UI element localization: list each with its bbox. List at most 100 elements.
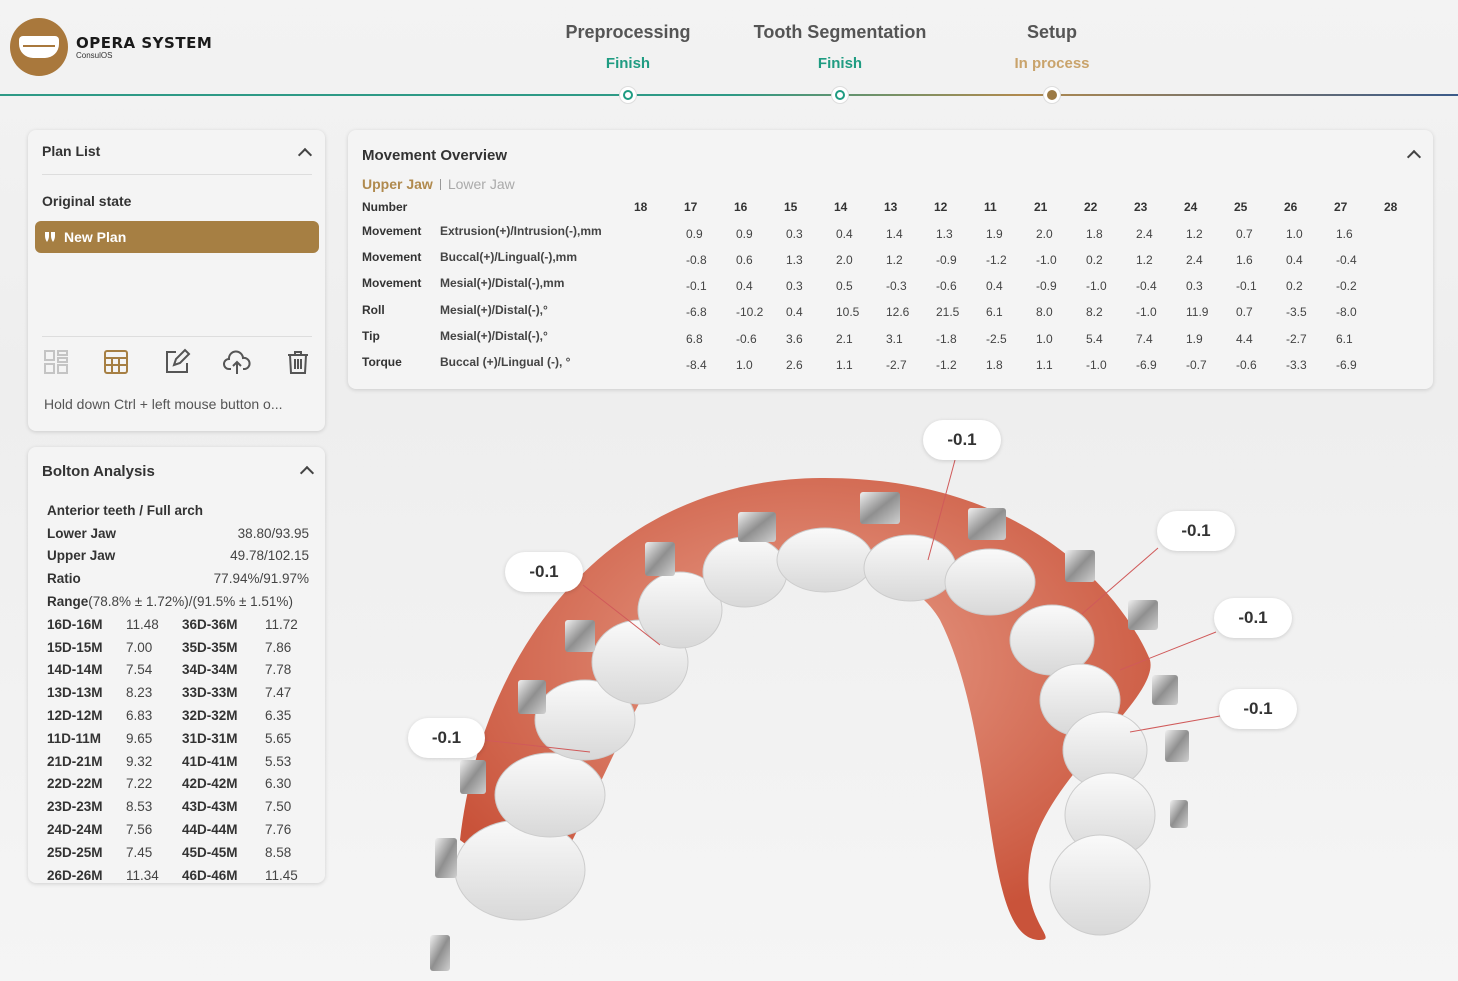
table-cell: 6.8 [686, 332, 703, 346]
tooth-pair-value: 5.53 [265, 753, 292, 769]
bolton-pair-row: 22D-22M 7.22 42D-42M 6.30 [47, 773, 309, 796]
3d-viewport[interactable]: -0.1 -0.1 -0.1 -0.1 -0.1 -0.1 [340, 400, 1458, 981]
tooth-number-header: 24 [1184, 200, 1198, 214]
step-status: In process [1014, 55, 1090, 72]
tooth-number-header: 28 [1384, 200, 1398, 214]
divider [42, 336, 312, 337]
bolton-value: 49.78/102.15 [230, 548, 309, 564]
tooth-pair-value: 7.22 [126, 776, 153, 792]
chevron-up-icon[interactable] [299, 465, 315, 481]
table-cell: -0.8 [686, 253, 707, 267]
plan-item-new-plan[interactable]: New Plan [35, 221, 319, 253]
table-cell: 0.3 [1186, 279, 1203, 293]
table-cell: 6.1 [986, 305, 1003, 319]
table-cell: 0.4 [786, 305, 803, 319]
bolton-pairs: 16D-16M 11.48 36D-36M 11.72 15D-15M 7.00 35D-3… [47, 613, 309, 887]
tooth-pair-value: 7.56 [126, 822, 153, 838]
tooth-pair-label: 42D-42M [182, 776, 238, 792]
table-cell: -6.9 [1136, 358, 1157, 372]
table-icon[interactable] [102, 348, 130, 376]
tab-upper-jaw[interactable]: Upper Jaw [362, 176, 433, 192]
bolton-row: Upper Jaw 49.78/102.15 [47, 545, 309, 568]
tab-lower-jaw[interactable]: Lower Jaw [448, 176, 515, 192]
tooth-pair-label: 21D-21M [47, 753, 103, 769]
bolton-pair-row: 24D-24M 7.56 44D-44M 7.76 [47, 818, 309, 841]
bolton-label: Upper Jaw [47, 548, 116, 564]
movement-callout[interactable]: -0.1 [923, 420, 1001, 460]
bolton-analysis-panel: Bolton Analysis Anterior teeth / Full ar… [28, 447, 325, 883]
tooth-pair-label: 26D-26M [47, 867, 103, 883]
movement-description: Extrusion(+)/Intrusion(-),mm [440, 224, 602, 238]
step-status: Finish [817, 55, 863, 72]
edit-icon[interactable] [163, 348, 191, 376]
table-cell: -0.1 [1236, 279, 1257, 293]
tooth-number-header: 14 [834, 200, 848, 214]
tooth-pair-value: 7.47 [265, 685, 292, 701]
top-bar: OPERA SYSTEM ConsulOS Preprocessing Fini… [0, 0, 1458, 103]
tooth-pair-value: 11.45 [265, 867, 298, 883]
chevron-up-icon[interactable] [297, 147, 313, 163]
table-cell: -3.5 [1286, 305, 1307, 319]
tooth-pair-value: 9.65 [126, 730, 153, 746]
tooth-pair-value: 8.53 [126, 799, 153, 815]
layout-icon[interactable] [42, 348, 70, 376]
movement-callout[interactable]: -0.1 [408, 718, 485, 758]
movement-callout[interactable]: -0.1 [1219, 689, 1297, 729]
table-cell: 1.1 [836, 358, 853, 372]
table-cell: 1.2 [1136, 253, 1153, 267]
bolton-label: Lower Jaw [47, 525, 117, 541]
table-row: Movement Extrusion(+)/Intrusion(-),mm 0.9 0… [362, 224, 1422, 242]
step-status: Finish [605, 55, 651, 72]
bolton-row: Lower Jaw 38.80/93.95 [47, 522, 309, 545]
table-cell: -0.3 [886, 279, 907, 293]
table-cell: -2.5 [986, 332, 1007, 346]
table-cell: 11.9 [1186, 305, 1209, 319]
movement-type: Roll [362, 303, 385, 317]
table-cell: 5.4 [1086, 332, 1103, 346]
movement-callout[interactable]: -0.1 [1157, 511, 1235, 551]
movement-type: Movement [362, 276, 422, 290]
table-cell: 2.6 [786, 358, 803, 372]
step-setup[interactable]: Setup In process [952, 22, 1152, 72]
movement-callout[interactable]: -0.1 [505, 552, 583, 592]
table-cell: -2.7 [1286, 332, 1307, 346]
step-name: Setup [1026, 22, 1077, 42]
bolton-pair-row: 15D-15M 7.00 35D-35M 7.86 [47, 636, 309, 659]
tooth-pair-label: 25D-25M [47, 844, 103, 860]
table-cell: -1.2 [986, 253, 1007, 267]
step-tooth-segmentation[interactable]: Tooth Segmentation Finish [740, 22, 940, 72]
trash-icon[interactable] [284, 348, 312, 376]
tooth-pair-label: 45D-45M [182, 844, 238, 860]
tooth-pair-label: 23D-23M [47, 799, 103, 815]
step-preprocessing[interactable]: Preprocessing Finish [528, 22, 728, 72]
table-cell: -1.8 [936, 332, 957, 346]
table-cell: 3.1 [886, 332, 903, 346]
table-cell: -1.2 [936, 358, 957, 372]
bolton-row: Ratio 77.94%/91.97% [47, 567, 309, 590]
dental-arch-model[interactable] [340, 400, 1458, 981]
tooth-pair-label: 22D-22M [47, 776, 103, 792]
table-cell: 1.8 [986, 358, 1003, 372]
progress-line [0, 94, 1458, 96]
table-cell: 1.2 [886, 253, 903, 267]
step-dot-finished [832, 87, 848, 103]
tooth-pair-value: 8.58 [265, 844, 292, 860]
chevron-up-icon[interactable] [1406, 149, 1422, 165]
bolton-pair-row: 16D-16M 11.48 36D-36M 11.72 [47, 613, 309, 636]
table-cell: 4.4 [1236, 332, 1253, 346]
tooth-pair-label: 34D-34M [182, 662, 238, 678]
tooth-number-header: 17 [684, 200, 698, 214]
tooth-pair-label: 46D-46M [182, 867, 238, 883]
table-cell: 1.9 [986, 227, 1003, 241]
table-cell: 0.3 [786, 227, 803, 241]
bolton-pair-row: 25D-25M 7.45 45D-45M 8.58 [47, 841, 309, 864]
tooth-pair-label: 33D-33M [182, 685, 238, 701]
cloud-upload-icon[interactable] [223, 348, 251, 376]
movement-callout[interactable]: -0.1 [1214, 598, 1292, 638]
bolton-header: Anterior teeth / Full arch [47, 502, 204, 518]
table-cell: 1.1 [1036, 358, 1053, 372]
table-cell: -1.0 [1036, 253, 1057, 267]
plan-original-state[interactable]: Original state [42, 193, 131, 209]
table-cell: 8.2 [1086, 305, 1103, 319]
table-cell: -0.4 [1136, 279, 1157, 293]
